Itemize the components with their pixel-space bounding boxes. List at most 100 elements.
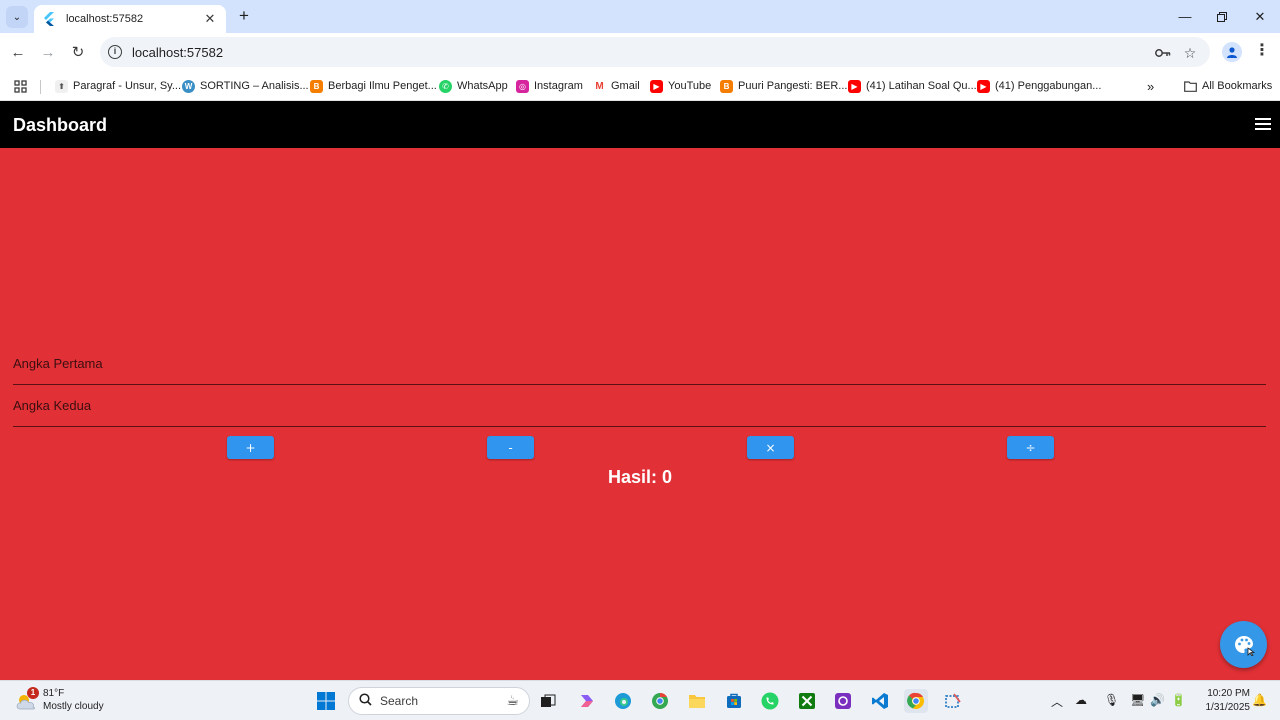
bookmark-label: SORTING – Analisis... bbox=[200, 80, 309, 92]
bookmark-item[interactable]: M Gmail bbox=[593, 78, 640, 94]
minimize-icon[interactable]: — bbox=[1166, 0, 1204, 33]
bookmark-label: Puuri Pangesti: BER... bbox=[738, 80, 848, 92]
bookmarks-bar: ⬆ Paragraf - Unsur, Sy... W SORTING – Anal… bbox=[0, 71, 1280, 101]
all-bookmarks-button[interactable]: All Bookmarks bbox=[1184, 78, 1272, 94]
vscode-icon[interactable] bbox=[868, 689, 892, 713]
new-tab-button[interactable]: + bbox=[234, 6, 254, 26]
app-bar: Dashboard bbox=[0, 101, 1280, 148]
browser-toolbar: ← → ↻ i localhost:57582 ☆ ⋮ bbox=[0, 33, 1280, 71]
bookmark-label: WhatsApp bbox=[457, 80, 508, 92]
file-explorer-icon[interactable] bbox=[685, 689, 709, 713]
youtube-icon: ▶ bbox=[650, 79, 663, 93]
xbox-icon[interactable] bbox=[795, 689, 819, 713]
clock-time: 10:20 PM bbox=[1207, 688, 1250, 699]
snipping-tool-icon[interactable] bbox=[941, 689, 965, 713]
bookmark-item[interactable]: ◎ Instagram bbox=[516, 78, 583, 94]
notification-bell-icon[interactable]: 🔔 bbox=[1252, 693, 1267, 707]
gmail-icon: M bbox=[593, 79, 606, 93]
weather-widget[interactable]: 1 81°F Mostly cloudy bbox=[14, 687, 124, 715]
all-bookmarks-label: All Bookmarks bbox=[1202, 80, 1273, 92]
show-hidden-icons-icon[interactable]: ︿ bbox=[1051, 693, 1063, 710]
system-clock[interactable]: 10:20 PM 1/31/2025 bbox=[1192, 687, 1251, 715]
bookmark-item[interactable]: ⬆ Paragraf - Unsur, Sy... bbox=[55, 78, 181, 94]
whatsapp-icon: ✆ bbox=[439, 79, 452, 93]
bookmark-item[interactable]: ✆ WhatsApp bbox=[439, 78, 508, 94]
search-highlight-icon: ☕ bbox=[506, 692, 519, 708]
bookmark-item[interactable]: ▶ (41) Penggabungan... bbox=[977, 78, 1101, 94]
bookmark-label: YouTube bbox=[668, 80, 712, 92]
task-view-icon[interactable] bbox=[536, 689, 560, 713]
bookmark-label: Paragraf - Unsur, Sy... bbox=[73, 80, 182, 92]
address-url: localhost:57582 bbox=[132, 44, 224, 60]
forward-icon[interactable]: → bbox=[38, 42, 58, 62]
tab-search-icon[interactable]: ⌄ bbox=[6, 6, 28, 28]
bookmark-star-icon[interactable]: ☆ bbox=[1181, 45, 1199, 61]
angka-pertama-input[interactable] bbox=[13, 352, 1266, 374]
battery-icon[interactable]: 🔋 bbox=[1171, 693, 1186, 707]
bookmark-item[interactable]: B Puuri Pangesti: BER... bbox=[720, 78, 847, 94]
app-icon[interactable] bbox=[831, 689, 855, 713]
onedrive-icon[interactable]: ☁ bbox=[1075, 693, 1087, 707]
tab-close-icon[interactable]: ✕ bbox=[202, 11, 218, 27]
microphone-icon[interactable]: 🎙 bbox=[1104, 693, 1119, 707]
angka-pertama-field[interactable] bbox=[13, 352, 1266, 385]
angka-kedua-field[interactable] bbox=[13, 394, 1266, 427]
browser-tab[interactable]: localhost:57582 ✕ bbox=[34, 5, 226, 33]
palette-icon bbox=[1234, 635, 1255, 656]
weather-badge: 1 bbox=[27, 687, 39, 699]
palette-fab-button[interactable] bbox=[1220, 621, 1267, 668]
tab-title: localhost:57582 bbox=[66, 13, 144, 25]
site-info-icon[interactable]: i bbox=[108, 45, 122, 59]
blogger-icon: B bbox=[310, 79, 323, 93]
bookmarks-overflow-icon[interactable]: » bbox=[1147, 78, 1154, 94]
restore-icon[interactable] bbox=[1203, 0, 1241, 33]
angka-kedua-input[interactable] bbox=[13, 394, 1266, 416]
reload-icon[interactable]: ↻ bbox=[68, 42, 88, 62]
volume-icon[interactable]: 🔊 bbox=[1150, 693, 1165, 707]
clock-date: 1/31/2025 bbox=[1205, 702, 1251, 713]
bookmark-label: Berbagi Ilmu Penget... bbox=[328, 80, 437, 92]
subtract-button[interactable]: - bbox=[487, 436, 534, 459]
flutter-favicon-icon bbox=[42, 12, 56, 26]
network-icon[interactable]: 🖥 bbox=[1130, 693, 1145, 707]
bookmarks-divider bbox=[40, 80, 41, 94]
bookmark-item[interactable]: ▶ (41) Latihan Soal Qu... bbox=[848, 78, 977, 94]
bookmark-label: Instagram bbox=[534, 80, 583, 92]
divide-button[interactable]: ÷ bbox=[1007, 436, 1054, 459]
bookmark-item[interactable]: ▶ YouTube bbox=[650, 78, 711, 94]
youtube-icon: ▶ bbox=[848, 79, 861, 93]
bookmark-item[interactable]: B Berbagi Ilmu Penget... bbox=[310, 78, 437, 94]
wordpress-icon: W bbox=[182, 79, 195, 93]
copilot-icon[interactable] bbox=[575, 689, 599, 713]
bookmark-label: (41) Penggabungan... bbox=[995, 80, 1102, 92]
blogger-icon: B bbox=[720, 79, 733, 93]
bookmark-label: (41) Latihan Soal Qu... bbox=[866, 80, 977, 92]
whatsapp-icon[interactable] bbox=[758, 689, 782, 713]
back-icon[interactable]: ← bbox=[8, 42, 28, 62]
weather-condition: Mostly cloudy bbox=[43, 701, 104, 712]
apps-grid-icon[interactable] bbox=[14, 78, 27, 94]
edge-icon[interactable] bbox=[611, 689, 635, 713]
hamburger-menu-icon[interactable] bbox=[1255, 118, 1271, 131]
bookmark-label: Gmail bbox=[611, 80, 640, 92]
windows-start-icon[interactable] bbox=[314, 689, 338, 713]
password-key-icon[interactable] bbox=[1154, 45, 1172, 61]
multiply-button[interactable]: × bbox=[747, 436, 794, 459]
bookmark-item[interactable]: W SORTING – Analisis... bbox=[182, 78, 309, 94]
close-window-icon[interactable]: ✕ bbox=[1241, 0, 1279, 33]
youtube-icon: ▶ bbox=[977, 79, 990, 93]
browser-tab-strip: ⌄ localhost:57582 ✕ + — ✕ bbox=[0, 0, 1280, 33]
profile-avatar-icon[interactable] bbox=[1222, 42, 1242, 62]
add-button[interactable]: + bbox=[227, 436, 274, 459]
search-icon bbox=[359, 693, 372, 709]
folder-icon bbox=[1184, 80, 1197, 93]
chrome-icon[interactable] bbox=[904, 689, 928, 713]
address-bar[interactable]: i localhost:57582 bbox=[100, 37, 1210, 67]
chrome-dev-icon[interactable] bbox=[648, 689, 672, 713]
browser-menu-icon[interactable]: ⋮ bbox=[1254, 42, 1270, 62]
result-text: Hasil: 0 bbox=[607, 467, 673, 487]
microsoft-store-icon[interactable] bbox=[722, 689, 746, 713]
generic-page-icon: ⬆ bbox=[55, 79, 68, 93]
taskbar-search[interactable]: Search ☕ bbox=[348, 687, 530, 715]
taskbar: 1 81°F Mostly cloudy Search ☕ ︿ ☁ 🎙 🖥 🔊 … bbox=[0, 680, 1280, 720]
